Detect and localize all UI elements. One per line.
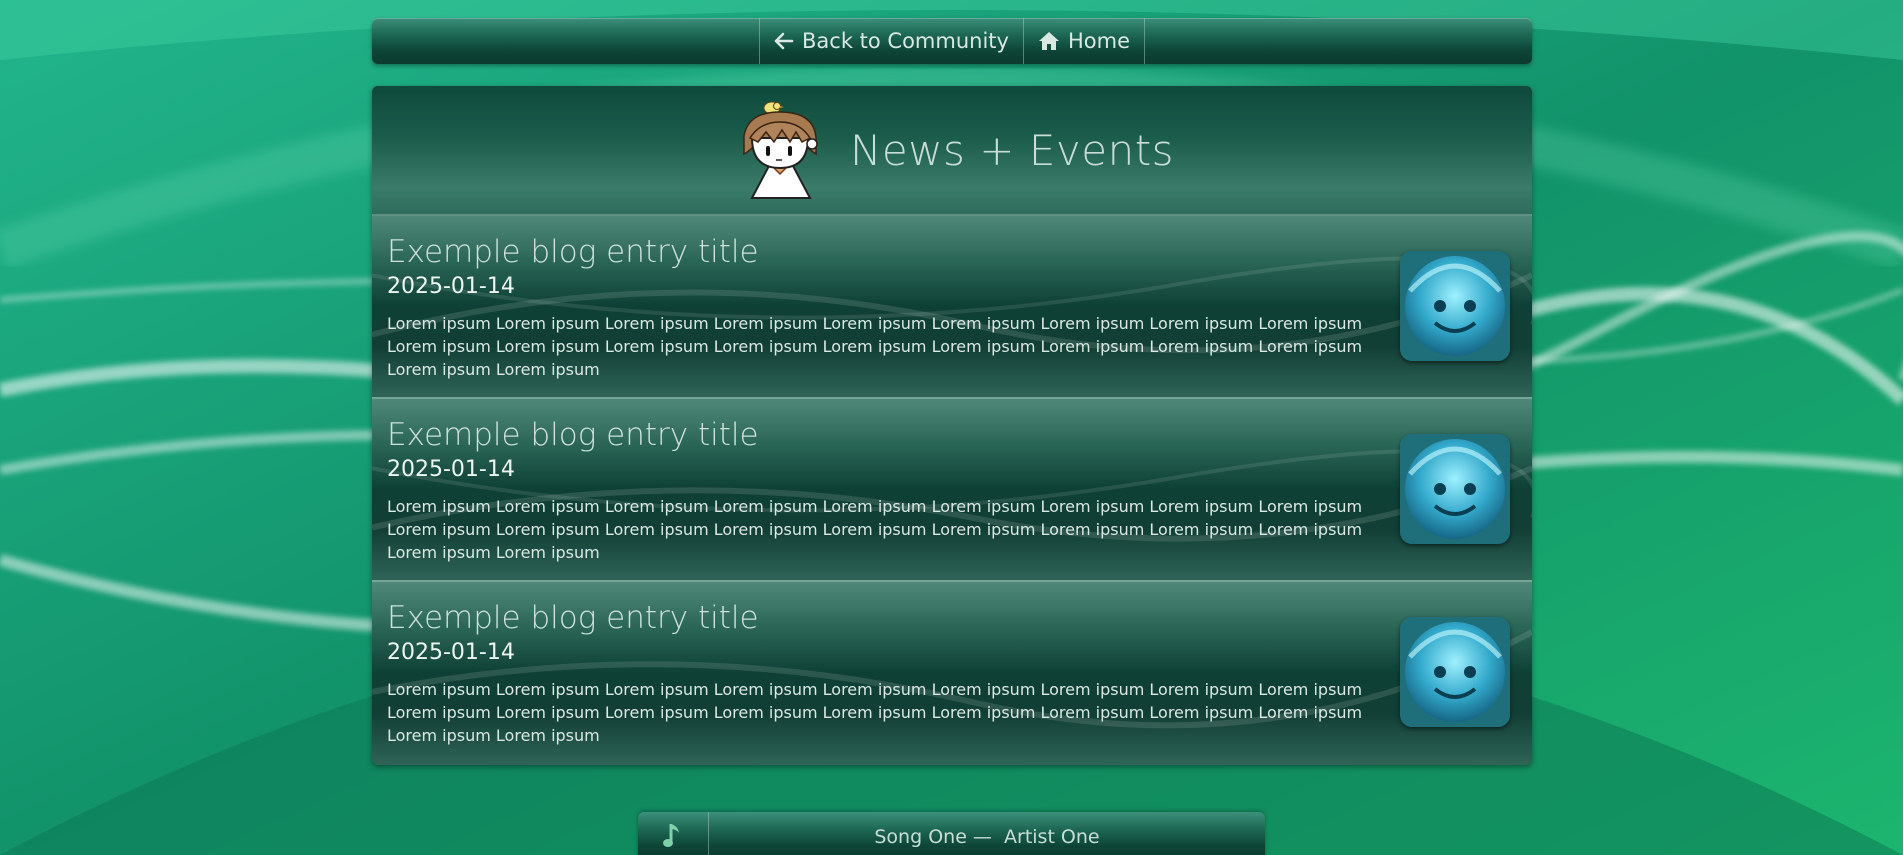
page-title: News + Events — [849, 125, 1175, 175]
entry-body: Lorem ipsum Lorem ipsum Lorem ipsum Lore… — [387, 680, 1363, 745]
entry-thumbnail — [1400, 617, 1510, 727]
smiley-face-icon — [1400, 434, 1510, 544]
entry-body: Lorem ipsum Lorem ipsum Lorem ipsum Lore… — [387, 314, 1363, 379]
entry-date: 2025-01-14 — [387, 640, 515, 665]
back-to-community-label: Back to Community — [802, 29, 1009, 53]
back-to-community-button[interactable]: Back to Community — [759, 18, 1023, 64]
entry-title[interactable]: Exemple blog entry title — [387, 600, 1387, 636]
entry-title[interactable]: Exemple blog entry title — [387, 417, 1387, 453]
smiley-face-icon — [1400, 617, 1510, 727]
entry-title[interactable]: Exemple blog entry title — [387, 234, 1387, 270]
music-player: Song One — Artist One — [638, 812, 1265, 855]
music-note-icon — [663, 824, 679, 847]
home-label: Home — [1067, 29, 1130, 53]
panel-header: News + Events — [372, 86, 1532, 216]
blog-entry[interactable]: Exemple blog entry title 2025-01-14 Lore… — [372, 216, 1532, 399]
entry-date: 2025-01-14 — [387, 457, 515, 482]
news-panel: News + Events Exemple blog entry title 2… — [372, 86, 1532, 765]
top-navigation: Back to Community Home — [372, 18, 1532, 64]
entry-date: 2025-01-14 — [387, 274, 515, 299]
entry-body: Lorem ipsum Lorem ipsum Lorem ipsum Lore… — [387, 497, 1363, 562]
home-button[interactable]: Home — [1022, 18, 1145, 64]
now-playing-track: Song One — Artist One — [874, 826, 1100, 848]
entry-thumbnail — [1400, 251, 1510, 361]
mascot-logo — [743, 101, 818, 199]
blog-entry[interactable]: Exemple blog entry title 2025-01-14 Lore… — [372, 399, 1532, 582]
home-icon — [1038, 32, 1059, 50]
smiley-face-icon — [1400, 251, 1510, 361]
arrow-left-icon — [774, 32, 794, 50]
blog-entry[interactable]: Exemple blog entry title 2025-01-14 Lore… — [372, 582, 1532, 765]
entry-thumbnail — [1400, 434, 1510, 544]
music-toggle-button[interactable] — [638, 812, 709, 855]
page-container: Back to Community Home News + Events Exe… — [372, 18, 1532, 765]
